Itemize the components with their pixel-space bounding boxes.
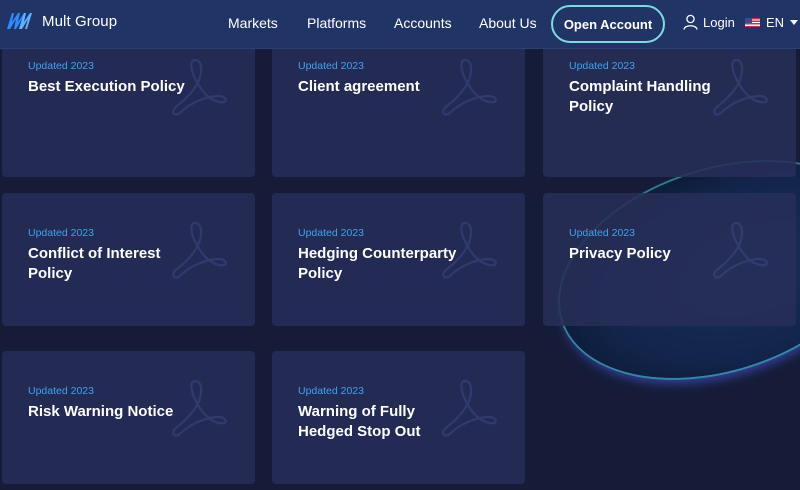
login-label: Login — [703, 14, 735, 30]
nav-platforms[interactable]: Platforms — [307, 15, 366, 31]
updated-label: Updated 2023 — [298, 60, 364, 72]
language-selector[interactable]: EN — [745, 15, 799, 30]
top-navigation-bar: Mult Group Markets Platforms Accounts Ab… — [0, 0, 800, 49]
chevron-down-icon — [790, 20, 799, 25]
language-label: EN — [766, 15, 785, 30]
document-title: Hedging Counterparty Policy — [298, 245, 457, 282]
document-card[interactable]: Updated 2023 Privacy Policy — [543, 193, 796, 326]
updated-label: Updated 2023 — [298, 385, 364, 397]
document-title: Conflict of Interest Policy — [28, 245, 161, 282]
policy-documents-page: Mult Group Markets Platforms Accounts Ab… — [0, 0, 800, 490]
document-card[interactable]: Updated 2023 Warning of Fully Hedged Sto… — [272, 351, 525, 484]
user-icon — [683, 14, 698, 30]
updated-label: Updated 2023 — [298, 227, 364, 239]
document-card[interactable]: Updated 2023 Conflict of Interest Policy — [2, 193, 255, 326]
nav-accounts[interactable]: Accounts — [394, 15, 452, 31]
document-card[interactable]: Updated 2023 Client agreement — [272, 44, 525, 177]
document-card[interactable]: Updated 2023 Best Execution Policy — [2, 44, 255, 177]
updated-label: Updated 2023 — [28, 227, 94, 239]
document-title: Risk Warning Notice — [28, 403, 174, 420]
document-card[interactable]: Updated 2023 Hedging Counterparty Policy — [272, 193, 525, 326]
nav-about-us[interactable]: About Us — [479, 15, 537, 31]
us-flag-icon — [745, 18, 760, 27]
updated-label: Updated 2023 — [28, 385, 94, 397]
nav-markets[interactable]: Markets — [228, 15, 278, 31]
document-title: Best Execution Policy — [28, 78, 185, 95]
mult-group-logo-icon — [7, 13, 32, 29]
document-title: Complaint Handling Policy — [569, 78, 711, 115]
login-link[interactable]: Login — [683, 14, 735, 30]
brand-name: Mult Group — [42, 12, 118, 30]
document-card[interactable]: Updated 2023 Risk Warning Notice — [2, 351, 255, 484]
document-title: Privacy Policy — [569, 245, 671, 262]
brand-logo[interactable]: Mult Group — [5, 10, 117, 32]
document-card[interactable]: Updated 2023 Complaint Handling Policy — [543, 44, 796, 177]
open-account-button[interactable]: Open Account — [551, 5, 665, 43]
document-title: Warning of Fully Hedged Stop Out — [298, 403, 421, 440]
document-title: Client agreement — [298, 78, 420, 95]
updated-label: Updated 2023 — [569, 60, 635, 72]
updated-label: Updated 2023 — [569, 227, 635, 239]
updated-label: Updated 2023 — [28, 60, 94, 72]
